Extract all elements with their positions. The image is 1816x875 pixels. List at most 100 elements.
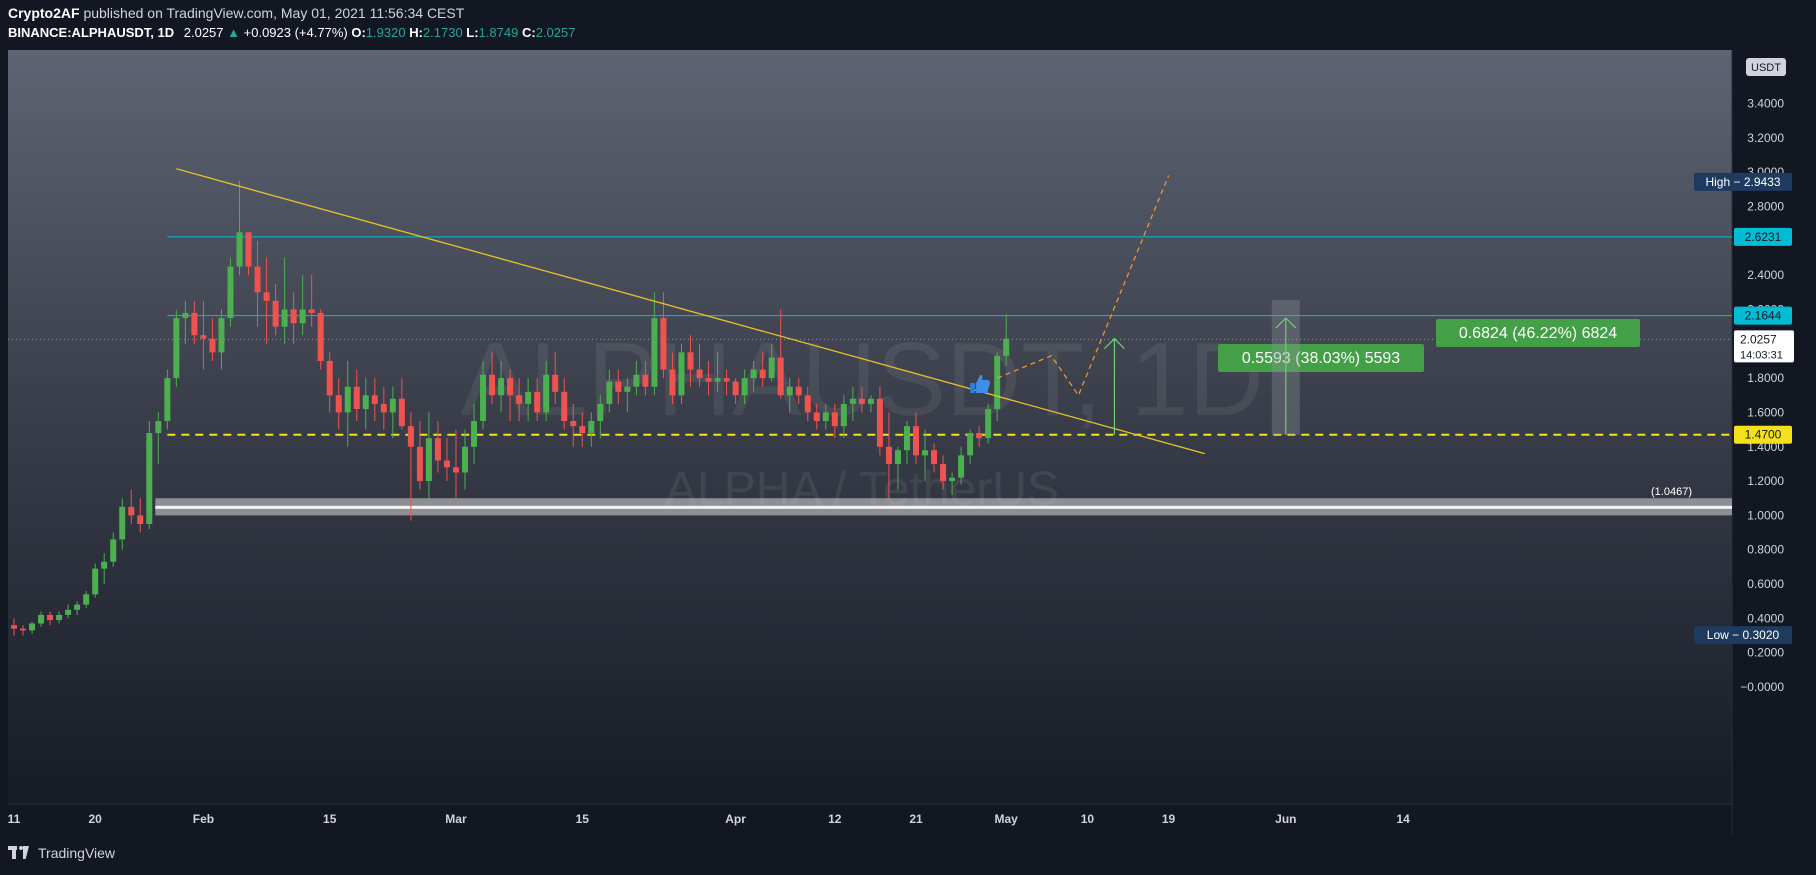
candle-body — [407, 426, 414, 447]
publish-info: published on TradingView.com, May 01, 20… — [83, 5, 465, 21]
y-tick-label: 1.8000 — [1747, 371, 1784, 385]
candle-body — [561, 391, 568, 422]
candle-body — [471, 421, 478, 447]
x-tick-label: Jun — [1275, 812, 1296, 826]
candle-body — [47, 614, 54, 621]
candle-body — [110, 539, 117, 562]
tradingview-logo-icon — [8, 846, 32, 860]
y-tick-label: 2.8000 — [1747, 200, 1784, 214]
candle-body — [597, 403, 604, 422]
candle-body — [362, 395, 369, 410]
candle-body — [74, 604, 81, 610]
candle-body — [831, 412, 838, 427]
chart-header: Crypto2AF published on TradingView.com, … — [8, 4, 575, 42]
candle-body — [967, 433, 974, 456]
candle-body — [218, 318, 225, 353]
candle-body — [534, 391, 541, 413]
candle-body — [462, 446, 468, 473]
candle-body — [903, 426, 910, 451]
price-chart[interactable]: ALPHAUSDT, 1D ALPHA / TetherUS (1.0467) … — [0, 0, 1816, 875]
candle-body — [858, 398, 865, 404]
x-tick-label: 11 — [8, 812, 21, 826]
candle-body — [380, 403, 387, 413]
candle-body — [164, 378, 171, 422]
y-tick-label: −0.0000 — [1740, 680, 1784, 694]
candle-body — [227, 266, 234, 319]
candle-body — [985, 409, 992, 439]
candle-body — [272, 300, 279, 327]
countdown-label: 14:03:31 — [1740, 349, 1783, 361]
candle-body — [940, 463, 947, 482]
x-tick-label: Mar — [445, 812, 467, 826]
candle-body — [173, 318, 180, 379]
candle-body — [119, 506, 126, 540]
candle-body — [425, 438, 432, 482]
candle-body — [344, 386, 351, 413]
footer-brand[interactable]: TradingView — [38, 845, 115, 861]
author-name[interactable]: Crypto2AF — [8, 5, 80, 21]
candle-body — [705, 378, 712, 382]
candle-body — [65, 609, 72, 615]
support-label: 1.4700 — [1745, 428, 1782, 442]
candle-body — [651, 318, 658, 387]
candle-body — [624, 386, 631, 392]
candle-body — [92, 568, 99, 595]
candle-body — [398, 398, 405, 427]
zone-midline — [155, 505, 1732, 509]
candle-body — [525, 391, 532, 404]
candle-body — [155, 421, 162, 434]
up-arrow-icon: ▲ — [227, 25, 241, 40]
candle-body — [101, 561, 108, 569]
x-tick-label: 21 — [909, 812, 923, 826]
candle-body — [732, 381, 739, 396]
zone-label: (1.0467) — [1651, 486, 1692, 498]
close-label: C: — [521, 25, 536, 40]
candle-body — [317, 312, 324, 361]
symbol-label[interactable]: BINANCE:ALPHAUSDT, 1D — [8, 25, 174, 40]
low-value: 1.8749 — [478, 25, 519, 40]
x-tick-label: Apr — [725, 812, 746, 826]
candle-body — [840, 403, 847, 427]
candle-body — [633, 374, 640, 387]
candle-body — [588, 421, 595, 434]
candle-body — [20, 628, 27, 631]
x-tick-label: 14 — [1396, 812, 1410, 826]
last-price-label: 2.0257 — [1740, 332, 1777, 346]
candle-body — [876, 398, 883, 447]
y-tick-label: 1.2000 — [1747, 474, 1784, 488]
footer: TradingView — [8, 845, 115, 861]
x-tick-label: 12 — [828, 812, 842, 826]
x-tick-label: May — [995, 812, 1019, 826]
resistance-label: 2.1644 — [1745, 309, 1782, 323]
y-tick-label: 1.0000 — [1747, 508, 1784, 522]
candle-body — [516, 395, 523, 404]
candle-body — [849, 398, 856, 404]
candle-body — [191, 312, 198, 336]
y-tick-label: 3.4000 — [1747, 97, 1784, 111]
candle-body — [38, 614, 45, 624]
candle-body — [949, 477, 956, 482]
candle-body — [642, 374, 649, 387]
candle-body — [543, 374, 550, 413]
candle-body — [606, 381, 613, 404]
candle-body — [236, 232, 243, 267]
candle-body — [56, 614, 63, 621]
candle-body — [290, 309, 297, 324]
candle-body — [696, 369, 703, 379]
open-value: 1.9320 — [365, 25, 406, 40]
candle-body — [137, 515, 144, 524]
candle-body — [687, 352, 694, 370]
candle-body — [813, 412, 820, 422]
candle-body — [885, 446, 892, 464]
candle-body — [182, 312, 189, 319]
candle-body — [741, 378, 748, 396]
x-tick-label: 15 — [323, 812, 337, 826]
candle-body — [660, 318, 667, 370]
time-axis[interactable] — [8, 804, 1732, 834]
close-value: 2.0257 — [535, 25, 576, 40]
open-label: O: — [351, 25, 366, 40]
candle-body — [777, 357, 784, 396]
last-price: 2.0257 — [183, 25, 224, 40]
candle-body — [759, 369, 766, 379]
candle-body — [867, 398, 874, 404]
